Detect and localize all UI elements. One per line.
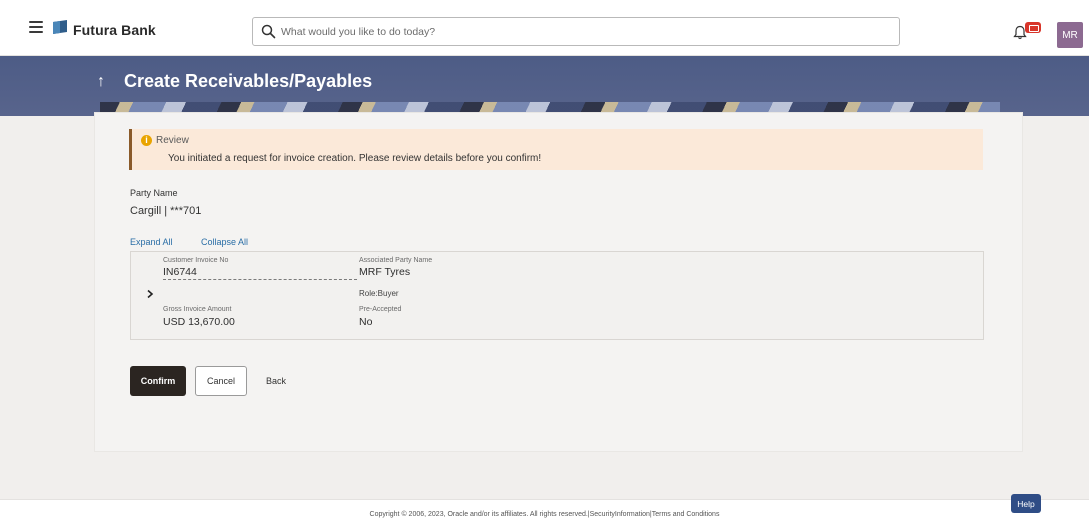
search-icon <box>261 24 276 39</box>
gross-amount-value: USD 13,670.00 <box>163 316 235 328</box>
invoice-card[interactable]: Customer Invoice No IN6744 Associated Pa… <box>130 251 984 340</box>
page-footer: Copyright © 2006, 2023, Oracle and/or it… <box>0 499 1089 531</box>
chevron-right-icon[interactable] <box>145 289 155 299</box>
page-banner: ↑ Create Receivables/Payables <box>0 56 1089 116</box>
expand-all-link[interactable]: Expand All <box>130 237 173 247</box>
top-header: Futura Bank MR <box>0 0 1089 56</box>
search-input[interactable] <box>281 22 881 42</box>
gross-amount-label: Gross Invoice Amount <box>163 306 232 313</box>
bank-logo-icon <box>53 20 67 34</box>
back-arrow-icon[interactable]: ↑ <box>97 73 105 91</box>
party-name-label: Party Name <box>130 188 178 198</box>
back-button[interactable]: Back <box>256 366 296 396</box>
confirm-button[interactable]: Confirm <box>130 366 186 396</box>
review-title: Review <box>156 135 189 146</box>
pre-accepted-label: Pre-Accepted <box>359 306 402 313</box>
page-title: Create Receivables/Payables <box>124 71 373 91</box>
hamburger-menu-icon[interactable] <box>29 21 43 33</box>
user-avatar[interactable]: MR <box>1057 22 1083 48</box>
customer-invoice-no-value[interactable]: IN6744 <box>163 266 357 280</box>
pre-accepted-value: No <box>359 316 373 328</box>
notification-badge-icon[interactable] <box>1025 22 1041 33</box>
associated-party-value: MRF Tyres <box>359 266 411 278</box>
brand-name[interactable]: Futura Bank <box>73 22 156 38</box>
review-alert: i Review You initiated a request for inv… <box>129 129 983 170</box>
customer-invoice-no-label: Customer Invoice No <box>163 257 229 264</box>
info-icon: i <box>141 135 152 146</box>
review-message: You initiated a request for invoice crea… <box>168 153 542 164</box>
associated-party-label: Associated Party Name <box>359 257 433 264</box>
copyright-text[interactable]: Copyright © 2006, 2023, Oracle and/or it… <box>0 511 1089 518</box>
content-panel: i Review You initiated a request for inv… <box>94 112 1023 452</box>
cancel-button[interactable]: Cancel <box>195 366 247 396</box>
party-name-value: Cargill | ***701 <box>130 205 202 217</box>
help-button[interactable]: Help <box>1011 494 1041 513</box>
role-value: Role:Buyer <box>359 289 399 298</box>
search-bar[interactable] <box>252 17 900 46</box>
collapse-all-link[interactable]: Collapse All <box>201 237 248 247</box>
